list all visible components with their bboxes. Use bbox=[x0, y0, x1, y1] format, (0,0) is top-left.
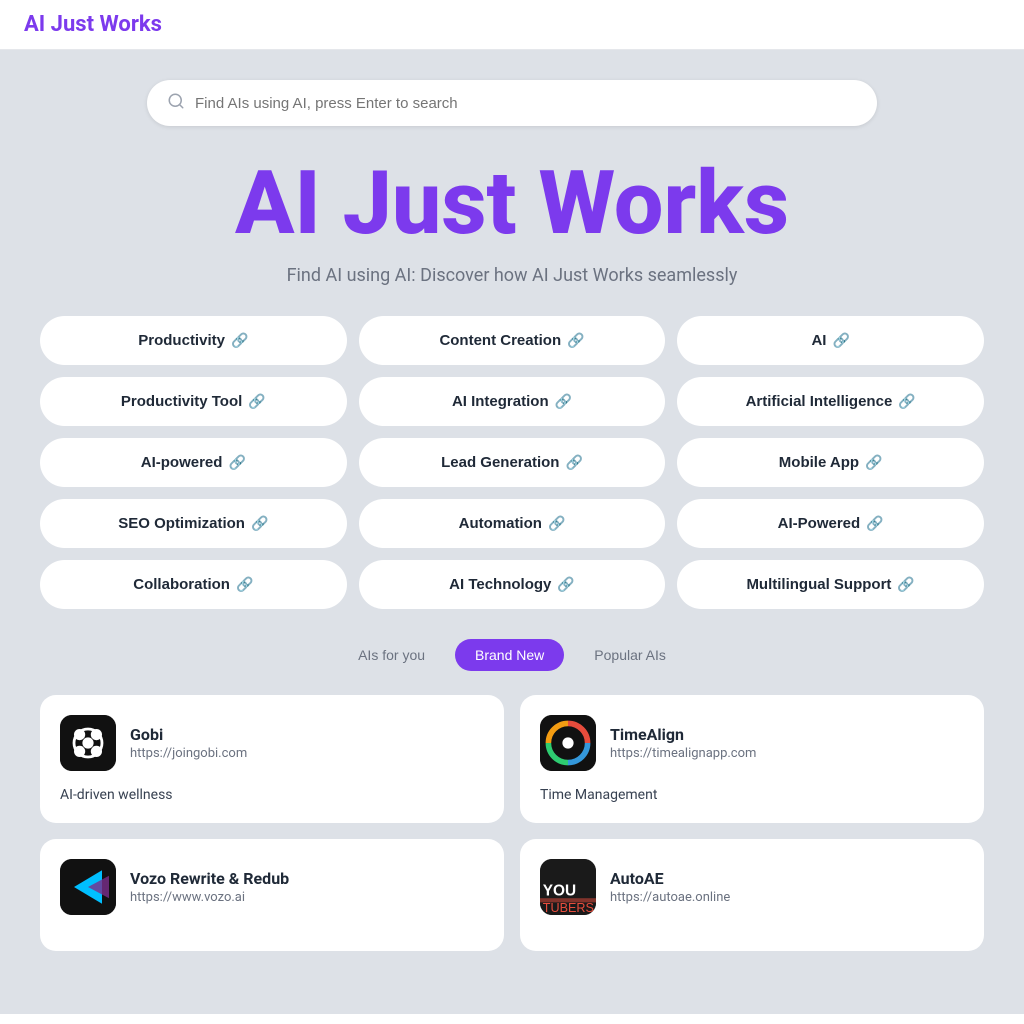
hero-subtitle: Find AI using AI: Discover how AI Just W… bbox=[40, 265, 984, 286]
card-logo-gobi bbox=[60, 715, 116, 771]
svg-text:TUBERS: TUBERS bbox=[543, 901, 594, 915]
tag-automation[interactable]: Automation 🔗 bbox=[359, 499, 666, 548]
link-icon: 🔗 bbox=[228, 454, 245, 471]
link-icon: 🔗 bbox=[865, 454, 882, 471]
header: AI Just Works bbox=[0, 0, 1024, 50]
card-url-timealign: https://timealignapp.com bbox=[610, 746, 756, 761]
card-gobi[interactable]: Gobi https://joingobi.com AI-driven well… bbox=[40, 695, 504, 823]
card-desc-timealign: Time Management bbox=[540, 787, 964, 803]
tag-ai-technology[interactable]: AI Technology 🔗 bbox=[359, 560, 666, 609]
tag-lead-generation[interactable]: Lead Generation 🔗 bbox=[359, 438, 666, 487]
card-info-gobi: Gobi https://joingobi.com bbox=[130, 725, 247, 761]
tag-seo-optimization[interactable]: SEO Optimization 🔗 bbox=[40, 499, 347, 548]
link-icon: 🔗 bbox=[567, 332, 584, 349]
card-vozo[interactable]: Vozo Rewrite & Redub https://www.vozo.ai bbox=[40, 839, 504, 951]
link-icon: 🔗 bbox=[548, 515, 565, 532]
card-header: Gobi https://joingobi.com bbox=[60, 715, 484, 771]
card-info-autoae: AutoAE https://autoae.online bbox=[610, 869, 730, 905]
search-input[interactable] bbox=[195, 95, 857, 112]
link-icon: 🔗 bbox=[251, 515, 268, 532]
card-name-timealign: TimeAlign bbox=[610, 725, 756, 744]
card-logo-vozo bbox=[60, 859, 116, 915]
link-icon: 🔗 bbox=[236, 576, 253, 593]
tag-collaboration[interactable]: Collaboration 🔗 bbox=[40, 560, 347, 609]
tag-content-creation[interactable]: Content Creation 🔗 bbox=[359, 316, 666, 365]
tag-ai-integration[interactable]: AI Integration 🔗 bbox=[359, 377, 666, 426]
search-icon bbox=[167, 92, 185, 114]
card-header: Vozo Rewrite & Redub https://www.vozo.ai bbox=[60, 859, 484, 915]
link-icon: 🔗 bbox=[231, 332, 248, 349]
search-bar bbox=[147, 80, 877, 126]
card-header: TimeAlign https://timealignapp.com bbox=[540, 715, 964, 771]
card-logo-timealign bbox=[540, 715, 596, 771]
link-icon: 🔗 bbox=[555, 393, 572, 410]
card-name-vozo: Vozo Rewrite & Redub bbox=[130, 869, 289, 888]
tag-multilingual-support[interactable]: Multilingual Support 🔗 bbox=[677, 560, 984, 609]
card-url-vozo: https://www.vozo.ai bbox=[130, 890, 289, 905]
card-url-autoae: https://autoae.online bbox=[610, 890, 730, 905]
tag-ai-powered[interactable]: AI-powered 🔗 bbox=[40, 438, 347, 487]
filter-tabs: AIs for you Brand New Popular AIs bbox=[40, 639, 984, 671]
link-icon: 🔗 bbox=[897, 576, 914, 593]
card-timealign[interactable]: TimeAlign https://timealignapp.com Time … bbox=[520, 695, 984, 823]
tab-popular-ais[interactable]: Popular AIs bbox=[574, 639, 686, 671]
link-icon: 🔗 bbox=[832, 332, 849, 349]
cards-grid: Gobi https://joingobi.com AI-driven well… bbox=[40, 695, 984, 951]
tab-ais-for-you[interactable]: AIs for you bbox=[338, 639, 445, 671]
link-icon: 🔗 bbox=[557, 576, 574, 593]
tag-grid: Productivity 🔗 Content Creation 🔗 AI 🔗 P… bbox=[40, 316, 984, 609]
tag-ai-powered-2[interactable]: AI-Powered 🔗 bbox=[677, 499, 984, 548]
link-icon: 🔗 bbox=[866, 515, 883, 532]
card-url-gobi: https://joingobi.com bbox=[130, 746, 247, 761]
card-header: YOU TUBERS AutoAE https://autoae.online bbox=[540, 859, 964, 915]
card-info-vozo: Vozo Rewrite & Redub https://www.vozo.ai bbox=[130, 869, 289, 905]
link-icon: 🔗 bbox=[565, 454, 582, 471]
tag-mobile-app[interactable]: Mobile App 🔗 bbox=[677, 438, 984, 487]
link-icon: 🔗 bbox=[898, 393, 915, 410]
tag-productivity-tool[interactable]: Productivity Tool 🔗 bbox=[40, 377, 347, 426]
tag-ai[interactable]: AI 🔗 bbox=[677, 316, 984, 365]
card-info-timealign: TimeAlign https://timealignapp.com bbox=[610, 725, 756, 761]
svg-text:YOU: YOU bbox=[543, 882, 576, 899]
link-icon: 🔗 bbox=[248, 393, 265, 410]
main-content: AI Just Works Find AI using AI: Discover… bbox=[0, 50, 1024, 1014]
tab-brand-new[interactable]: Brand New bbox=[455, 639, 564, 671]
tag-productivity[interactable]: Productivity 🔗 bbox=[40, 316, 347, 365]
card-logo-autoae: YOU TUBERS bbox=[540, 859, 596, 915]
card-name-gobi: Gobi bbox=[130, 725, 247, 744]
card-name-autoae: AutoAE bbox=[610, 869, 730, 888]
tag-artificial-intelligence[interactable]: Artificial Intelligence 🔗 bbox=[677, 377, 984, 426]
header-title: AI Just Works bbox=[24, 12, 162, 37]
search-container bbox=[40, 80, 984, 126]
card-autoae[interactable]: YOU TUBERS AutoAE https://autoae.online bbox=[520, 839, 984, 951]
hero-title: AI Just Works bbox=[40, 156, 984, 253]
card-desc-gobi: AI-driven wellness bbox=[60, 787, 484, 803]
